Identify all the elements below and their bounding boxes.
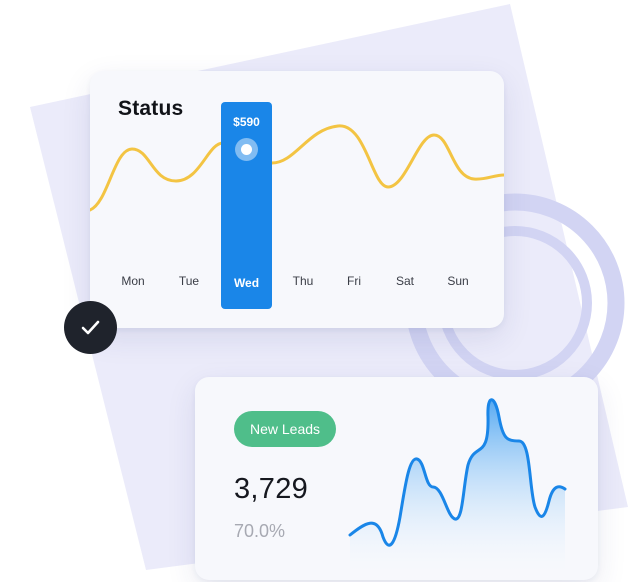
status-card: Status Mon Tue Thu Fri Sat Sun $590 Wed [90, 71, 504, 328]
selected-value-label: $590 [233, 115, 260, 129]
day-label-sun: Sun [447, 274, 469, 288]
day-label-thu: Thu [292, 274, 314, 288]
new-leads-card: New Leads 3,729 70.0% [195, 377, 598, 580]
check-icon [81, 320, 100, 335]
leads-sparkline [348, 398, 567, 580]
day-label-mon: Mon [121, 274, 145, 288]
selected-day-column[interactable]: $590 Wed [221, 102, 272, 309]
day-label-fri: Fri [347, 274, 361, 288]
day-axis: Mon Tue Thu Fri Sat Sun [90, 71, 504, 328]
day-label-wed: Wed [233, 276, 260, 290]
day-label-tue: Tue [178, 274, 200, 288]
check-badge [64, 301, 117, 354]
selected-point-marker[interactable] [235, 138, 258, 161]
day-label-sat: Sat [395, 274, 414, 288]
